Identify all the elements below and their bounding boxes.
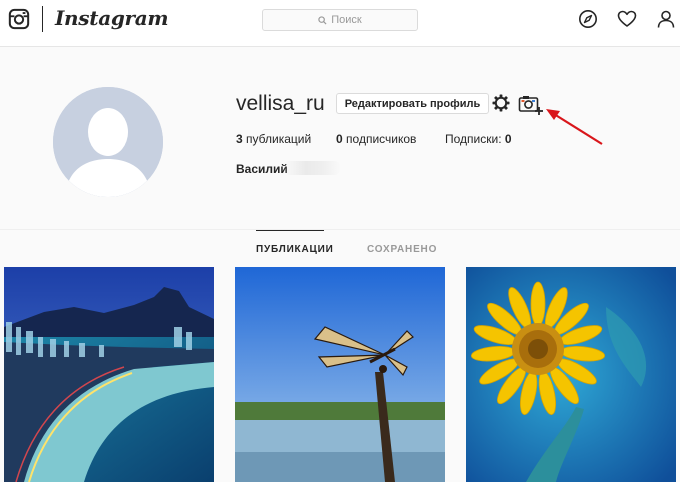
post-thumbnail-city[interactable] — [4, 267, 214, 482]
followers-count: 0 — [336, 132, 343, 146]
followers-label: подписчиков — [346, 132, 417, 146]
search-placeholder: Поиск — [331, 14, 362, 26]
tab-posts[interactable]: ПУБЛИКАЦИИ — [256, 244, 334, 255]
posts-count: 3 — [236, 132, 243, 146]
posts-label: публикаций — [246, 132, 312, 146]
edit-profile-button[interactable]: Редактировать профиль — [336, 93, 489, 114]
instagram-logo-icon[interactable] — [8, 8, 30, 30]
city-beach-image — [4, 267, 214, 482]
blurred-surname — [283, 161, 341, 175]
profile-username: vellisa_ru — [236, 92, 325, 115]
gear-icon[interactable] — [491, 93, 511, 113]
tab-saved[interactable]: СОХРАНЕНО — [367, 244, 437, 255]
following-label: Подписки: — [445, 132, 502, 146]
default-avatar-silhouette-icon — [53, 87, 163, 197]
yellow-flower-image — [466, 267, 676, 482]
avatar[interactable] — [53, 87, 163, 197]
followers-count-stat[interactable]: 0 подписчиков — [336, 132, 416, 146]
instagram-wordmark[interactable]: Instagram — [55, 6, 169, 30]
heart-icon[interactable] — [617, 9, 637, 29]
red-annotation-arrow — [546, 109, 603, 145]
following-count-stat[interactable]: Подписки: 0 — [445, 132, 512, 146]
logo-divider — [42, 6, 43, 32]
post-thumbnail-dragonfly[interactable] — [235, 267, 445, 482]
dragonfly-image — [235, 267, 445, 482]
profile-header: vellisa_ru Редактировать профиль 3 публи… — [0, 47, 680, 230]
profile-full-name: Василий — [236, 162, 288, 176]
compass-icon[interactable] — [578, 9, 598, 29]
following-count: 0 — [504, 132, 512, 146]
search-icon — [318, 15, 327, 25]
active-tab-indicator — [256, 230, 324, 231]
posts-count-stat: 3 публикаций — [236, 132, 311, 146]
profile-tabs: ПУБЛИКАЦИИ СОХРАНЕНО — [0, 230, 680, 266]
top-navigation-bar: Instagram Поиск — [0, 0, 680, 47]
user-icon[interactable] — [656, 9, 676, 29]
post-thumbnail-flower[interactable] — [466, 267, 676, 482]
search-input[interactable]: Поиск — [262, 9, 418, 31]
